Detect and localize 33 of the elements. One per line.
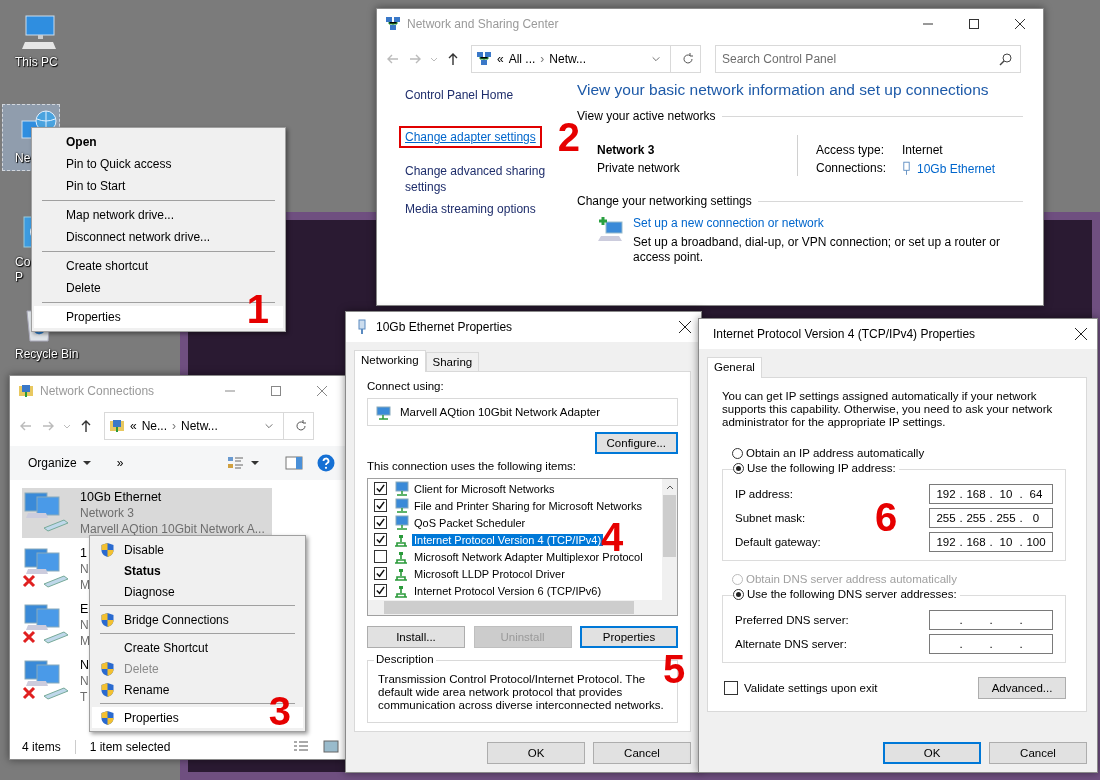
field-label: Preferred DNS server: (735, 614, 849, 626)
page-heading: View your basic network information and set up connections (577, 81, 990, 99)
network-category: Private network (597, 161, 681, 175)
field-value: Internet (902, 143, 944, 157)
field-label: Connections: (816, 161, 888, 176)
breadcrumb-chevron: « (130, 419, 137, 433)
step-number: 2 (557, 117, 580, 157)
breadcrumb-chevron: « (497, 52, 504, 66)
step-number: 5 (663, 649, 686, 689)
field-label: Subnet mask: (735, 512, 806, 524)
adapter-field: Marvell AQtion 10Gbit Network Adapter (367, 398, 678, 426)
field-label: Connect using: (367, 380, 445, 392)
group-label: Description (374, 653, 436, 665)
list-label: This connection uses the following items: (367, 460, 578, 472)
status-text: 4 items (22, 740, 61, 754)
task-description: Set up a broadband, dial-up, or VPN connection; or set up a router or access point. (633, 235, 1001, 265)
window-title: Internet Protocol Version 4 (TCP/IPv4) Properties (713, 327, 977, 341)
field-label: Default gateway: (735, 536, 821, 548)
description-text: Transmission Control Protocol/Internet Protocol. The default wide area network protocol that provides communication across diverse interconnected networks. (378, 673, 664, 712)
window-title: Network Connections (40, 384, 156, 398)
breadcrumb-separator: › (540, 52, 545, 66)
breadcrumb-separator: › (172, 419, 177, 433)
field-label: Alternate DNS server: (735, 638, 847, 650)
network-name: Network 3 (597, 143, 656, 157)
window-title: Network and Sharing Center (407, 17, 560, 31)
step-number: 6 (875, 497, 898, 537)
status-text: 1 item selected (89, 740, 171, 754)
field-label: IP address: (735, 488, 793, 500)
intro-text: You can get IP settings assigned automatically if your network supports this capability. Otherwise, you need to ask your network administrator for the appropriate IP settings. (722, 390, 1054, 429)
field-label: Access type: (816, 143, 886, 157)
section-heading: View your active networks (577, 109, 716, 123)
section-heading: Change your networking settings (577, 194, 752, 208)
window-title: 10Gb Ethernet Properties (376, 320, 514, 334)
